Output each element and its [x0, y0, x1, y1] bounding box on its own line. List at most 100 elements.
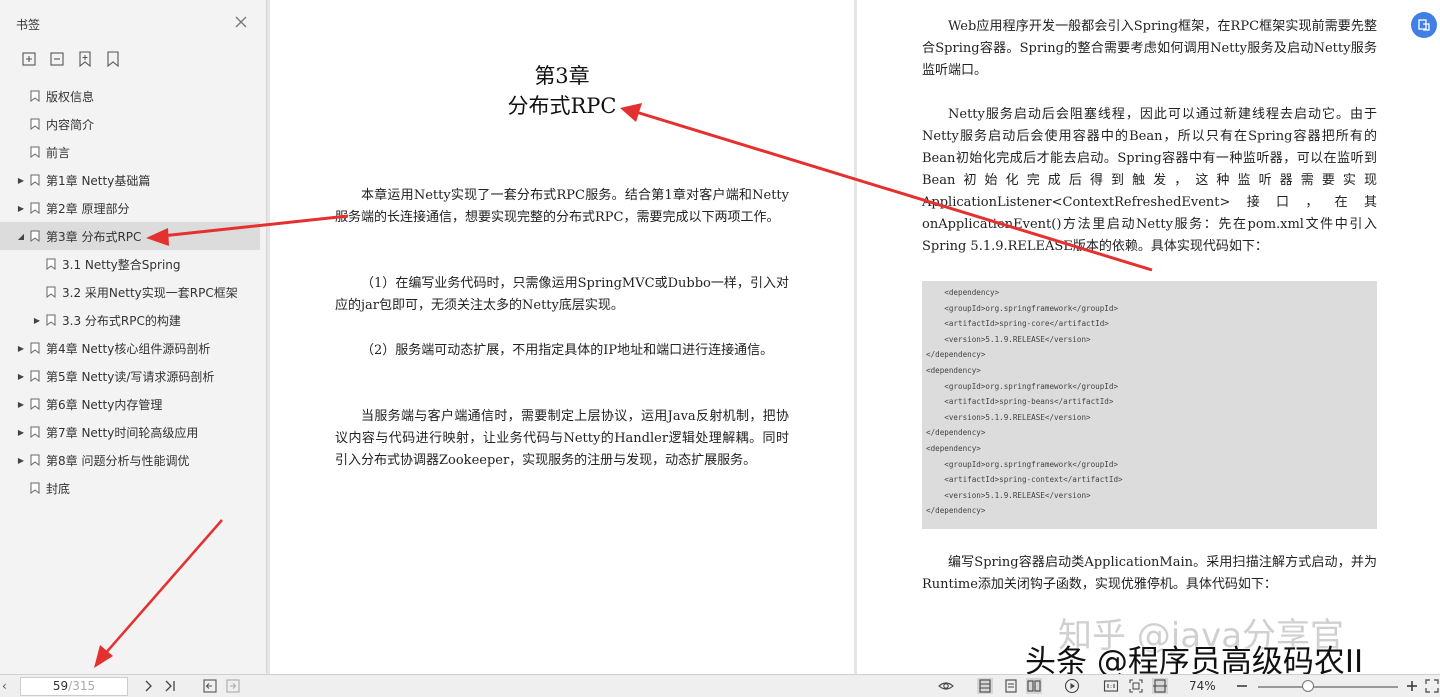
chapter-title: 分布式RPC: [507, 94, 617, 118]
last-page-icon[interactable]: [162, 678, 178, 694]
zoom-slider-handle[interactable]: [1302, 680, 1314, 692]
play-icon[interactable]: [1064, 678, 1080, 694]
close-icon[interactable]: [233, 14, 249, 30]
bookmark-icon: [46, 286, 56, 298]
paragraph: 当服务端与客户端通信时，需要制定上层协议，运用Java反射机制，把协议内容与代码…: [335, 409, 789, 468]
chapter-number: 第3章: [534, 64, 590, 88]
sidebar-item[interactable]: ▶ 3.3 分布式RPC的构建: [0, 306, 266, 334]
sidebar-item-label: 第1章 Netty基础篇: [46, 173, 151, 188]
sidebar-item[interactable]: 3.1 Netty整合Spring: [0, 250, 266, 278]
page-number-input[interactable]: 59/315: [20, 677, 128, 696]
bookmark-icon: [30, 174, 40, 186]
sidebar-item[interactable]: 内容简介: [0, 110, 266, 138]
status-bar: ‹ 59/315 74%: [0, 674, 1440, 697]
caret-right-icon[interactable]: ▶: [16, 455, 26, 465]
bookmark-sidebar: 书签 版权信息 内容简介 前言 ▶ 第1章 Netty基础篇 ▶ 第2章 原理部分 ◢ 第3章: [0, 0, 267, 674]
sidebar-header: 书签: [0, 0, 266, 44]
bookmark-icon: [30, 454, 40, 466]
sidebar-item[interactable]: 3.2 采用Netty实现一套RPC框架: [0, 278, 266, 306]
pdf-reader-window: 书签 版权信息内容简介 前言 ▶ 第1章 Netty基础篇 ▶ 第2章 原理部分 ◢ 第3章: [0, 0, 1440, 697]
code-block: <dependency> <groupId>org.springframewor…: [922, 281, 1377, 529]
sidebar-item-label: 版权信息: [46, 89, 95, 104]
paragraph: （1）在编写业务代码时，只需像运用SpringMVC或Dubbo一样，引入对应的…: [335, 276, 789, 313]
sidebar-item[interactable]: 前言: [0, 138, 266, 166]
paragraph: Web应用程序开发一般都会引入Spring框架，在RPC框架实现前需要先整合Sp…: [922, 19, 1377, 78]
bookmark-icon: [30, 202, 40, 214]
page-left: 第3章 分布式RPC 本章运用Netty实现了一套分布式RPC服务。结合第1章对…: [270, 0, 854, 674]
sidebar-toolbar: [20, 50, 122, 68]
bookmark-icon: [30, 370, 40, 382]
caret-right-icon[interactable]: ▶: [16, 343, 26, 353]
caret-right-icon[interactable]: ▶: [16, 203, 26, 213]
caret-right-icon[interactable]: ▶: [16, 175, 26, 185]
paragraph: Netty服务启动后会阻塞线程，因此可以通过新建线程去启动它。由于Netty服务…: [922, 107, 1377, 254]
sidebar-item[interactable]: ▶ 第2章 原理部分: [0, 194, 266, 222]
continuous-page-icon[interactable]: [1003, 678, 1019, 694]
total-pages: /315: [68, 679, 96, 693]
fit-page-icon[interactable]: [1128, 678, 1144, 694]
sidebar-item-label: 3.2 采用Netty实现一套RPC框架: [62, 285, 238, 300]
convert-button[interactable]: [1411, 12, 1437, 38]
go-back-icon[interactable]: [202, 678, 218, 694]
fullscreen-icon[interactable]: [1424, 678, 1440, 694]
single-page-icon[interactable]: [977, 678, 993, 694]
scroll-left-icon[interactable]: ‹: [2, 679, 7, 693]
next-page-icon[interactable]: [140, 678, 156, 694]
zoom-slider[interactable]: [1258, 686, 1398, 688]
sidebar-item-label: 3.1 Netty整合Spring: [62, 257, 181, 272]
caret-right-icon[interactable]: ▶: [16, 399, 26, 409]
bookmark-icon: [46, 314, 56, 326]
bookmark-icon: [30, 426, 40, 438]
bookmark-icon: [30, 118, 40, 130]
add-bookmark-icon[interactable]: [76, 50, 94, 68]
sidebar-item[interactable]: ▶ 第5章 Netty读/写请求源码剖析: [0, 362, 266, 390]
sidebar-item[interactable]: 封底: [0, 474, 266, 502]
sidebar-title: 书签: [16, 18, 41, 32]
paragraph: 本章运用Netty实现了一套分布式RPC服务。结合第1章对客户端和Netty服务…: [335, 188, 789, 225]
caret-down-icon[interactable]: ◢: [16, 231, 26, 241]
paragraph: （2）服务端可动态扩展，不用指定具体的IP地址和端口进行连接通信。: [361, 343, 774, 358]
bookmark-icon: [30, 146, 40, 158]
bookmark-icon: [30, 398, 40, 410]
eye-protect-icon[interactable]: [938, 678, 954, 694]
caret-right-icon[interactable]: ▶: [16, 427, 26, 437]
sidebar-item-label: 第6章 Netty内存管理: [46, 397, 163, 412]
sidebar-item-label: 第2章 原理部分: [46, 201, 130, 216]
expand-all-icon[interactable]: [20, 50, 38, 68]
bookmark-icon: [30, 90, 40, 102]
sidebar-item[interactable]: ▶ 第1章 Netty基础篇: [0, 166, 266, 194]
sidebar-item-label: 第8章 问题分析与性能调优: [46, 453, 190, 468]
sidebar-item[interactable]: ▶ 第7章 Netty时间轮高级应用: [0, 418, 266, 446]
sidebar-item[interactable]: 版权信息: [0, 82, 266, 110]
sidebar-item-label: 第5章 Netty读/写请求源码剖析: [46, 369, 215, 384]
sidebar-item[interactable]: ◢ 第3章 分布式RPC: [0, 222, 260, 250]
sidebar-item-label: 第7章 Netty时间轮高级应用: [46, 425, 199, 440]
go-forward-icon[interactable]: [225, 678, 241, 694]
sidebar-item[interactable]: ▶ 第6章 Netty内存管理: [0, 390, 266, 418]
bookmark-icon: [30, 342, 40, 354]
zoom-in-icon[interactable]: [1404, 678, 1420, 694]
caret-right-icon[interactable]: ▶: [16, 371, 26, 381]
bookmark-icon[interactable]: [104, 50, 122, 68]
page-right: Web应用程序开发一般都会引入Spring框架，在RPC框架实现前需要先整合Sp…: [857, 0, 1440, 674]
sidebar-item-label: 第4章 Netty核心组件源码剖析: [46, 341, 211, 356]
two-page-icon[interactable]: [1026, 678, 1042, 694]
actual-size-icon[interactable]: [1103, 678, 1119, 694]
caret-right-icon[interactable]: ▶: [32, 315, 42, 325]
bookmark-icon: [46, 258, 56, 270]
sidebar-item[interactable]: ▶ 第4章 Netty核心组件源码剖析: [0, 334, 266, 362]
fit-width-icon[interactable]: [1152, 678, 1168, 694]
zoom-out-icon[interactable]: [1234, 678, 1250, 694]
bookmark-icon: [30, 482, 40, 494]
zoom-level[interactable]: 74%: [1189, 679, 1216, 693]
bookmark-icon: [30, 230, 40, 242]
collapse-all-icon[interactable]: [48, 50, 66, 68]
bookmark-tree: 版权信息内容简介 前言 ▶ 第1章 Netty基础篇 ▶ 第2章 原理部分 ◢ 第3章 分布式…: [0, 82, 266, 502]
current-page: 59: [52, 679, 69, 693]
document-view[interactable]: 第3章 分布式RPC 本章运用Netty实现了一套分布式RPC服务。结合第1章对…: [268, 0, 1440, 674]
sidebar-item[interactable]: ▶ 第8章 问题分析与性能调优: [0, 446, 266, 474]
